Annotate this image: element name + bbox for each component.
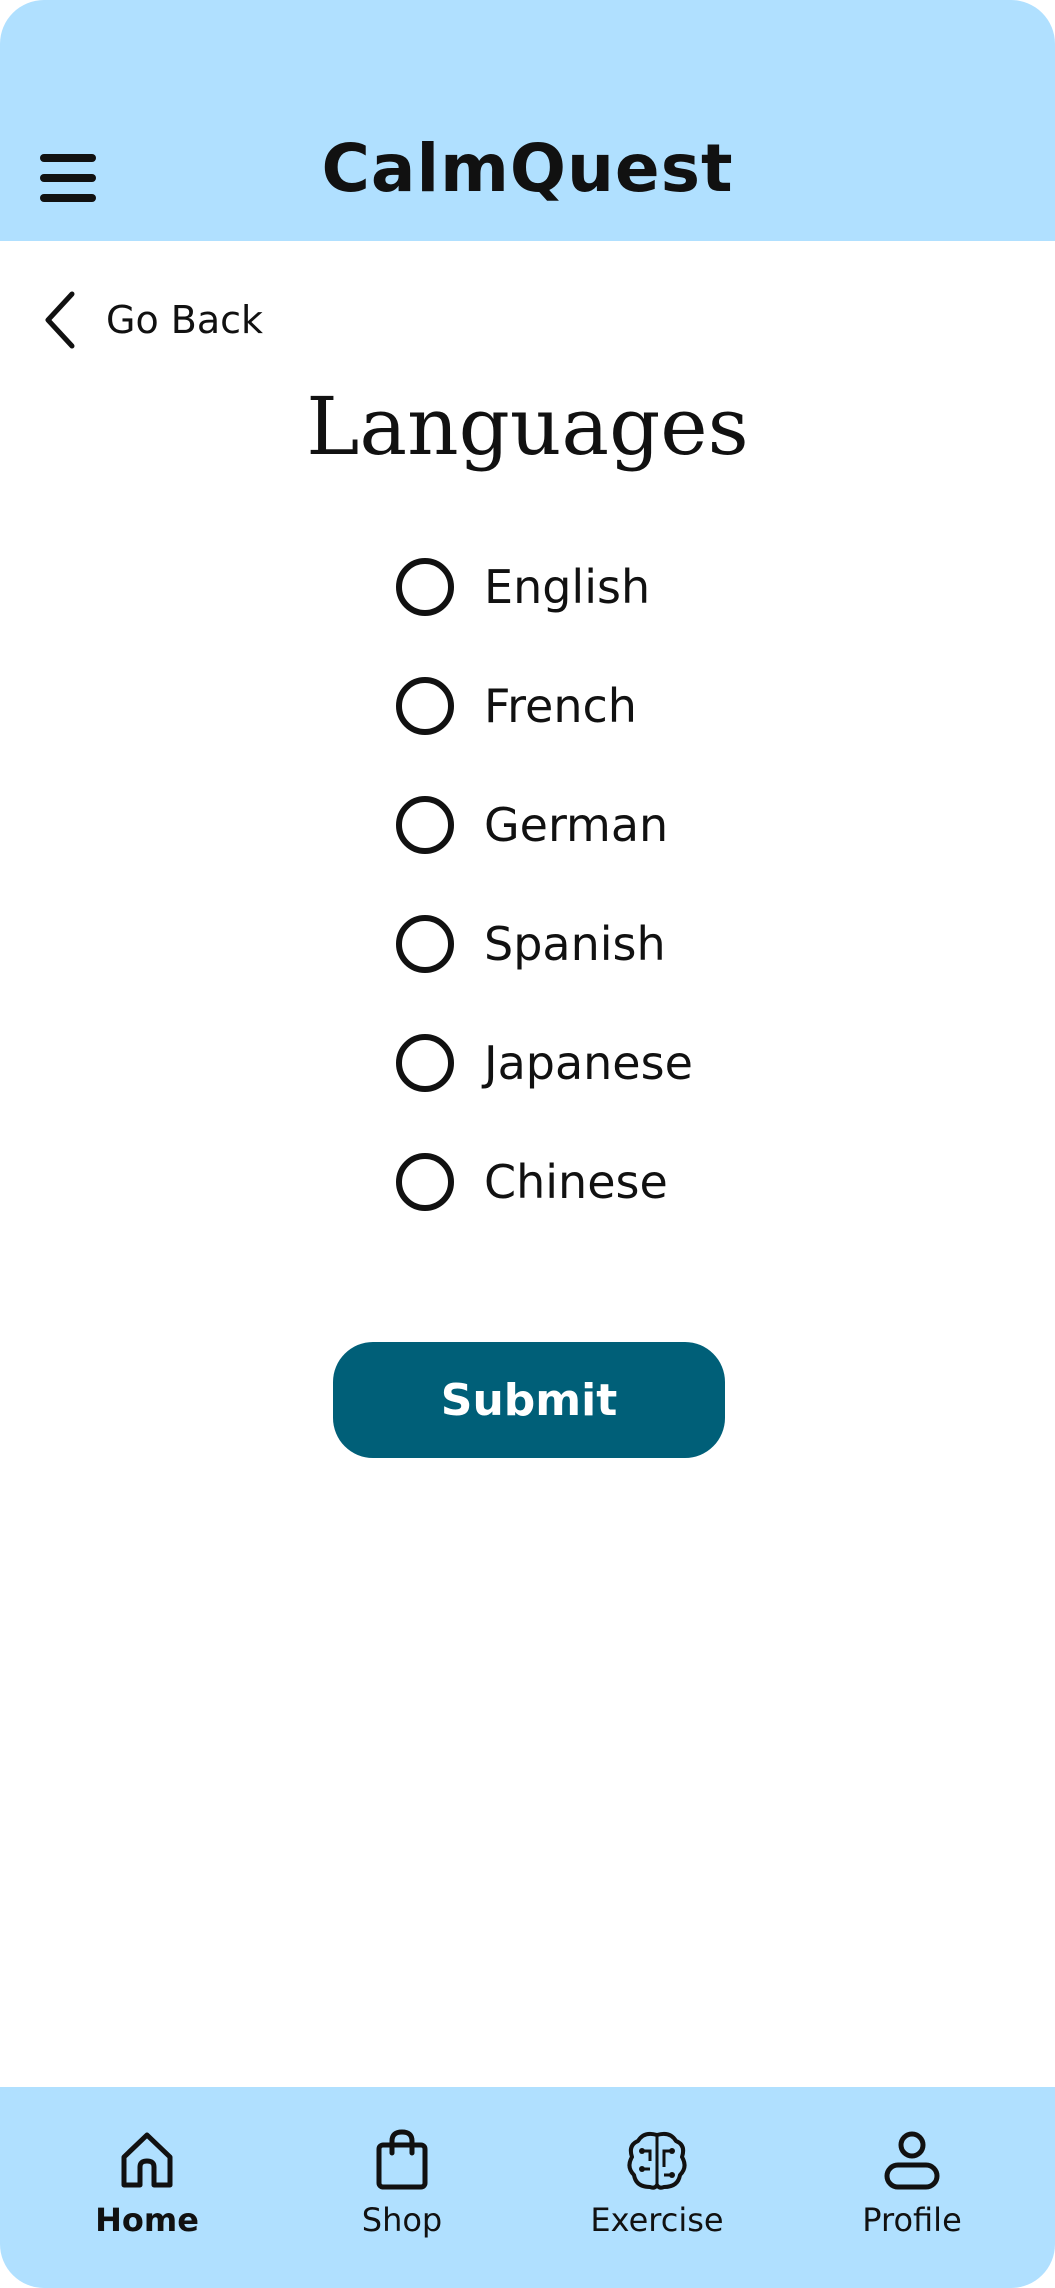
radio-button[interactable] — [396, 915, 454, 973]
app-title: CalmQuest — [321, 130, 734, 207]
language-label: Spanish — [484, 917, 666, 971]
nav-label: Home — [95, 2201, 199, 2239]
radio-button[interactable] — [396, 1034, 454, 1092]
language-option-spanish[interactable]: Spanish — [396, 909, 693, 979]
home-icon — [121, 2132, 173, 2188]
nav-item-shop[interactable]: Shop — [302, 2127, 502, 2239]
app-screen: CalmQuest Go Back Languages English Fren… — [0, 0, 1055, 2288]
user-icon — [884, 2131, 940, 2190]
nav-label: Profile — [862, 2201, 962, 2239]
language-radio-group: English French German Spanish Japanese C… — [396, 552, 693, 1266]
language-label: French — [484, 679, 637, 733]
nav-label: Exercise — [590, 2201, 724, 2239]
submit-button[interactable]: Submit — [333, 1342, 725, 1458]
radio-button[interactable] — [396, 1153, 454, 1211]
shopping-bag-icon — [376, 2129, 428, 2190]
language-option-english[interactable]: English — [396, 552, 693, 622]
go-back-button[interactable]: Go Back — [40, 290, 263, 350]
language-option-german[interactable]: German — [396, 790, 693, 860]
go-back-label: Go Back — [106, 298, 264, 342]
language-label: Chinese — [484, 1155, 668, 1209]
brain-icon — [627, 2131, 687, 2190]
bottom-nav-bar: Home Shop Exercise Profile — [0, 2087, 1055, 2288]
radio-button[interactable] — [396, 677, 454, 735]
language-option-japanese[interactable]: Japanese — [396, 1028, 693, 1098]
header-bar: CalmQuest — [0, 0, 1055, 241]
language-label: Japanese — [484, 1036, 693, 1090]
nav-item-home[interactable]: Home — [47, 2127, 247, 2239]
nav-item-profile[interactable]: Profile — [812, 2127, 1012, 2239]
radio-button[interactable] — [396, 558, 454, 616]
language-label: English — [484, 560, 651, 614]
nav-label: Shop — [361, 2201, 443, 2239]
nav-item-exercise[interactable]: Exercise — [557, 2127, 757, 2239]
page-title: Languages — [306, 380, 749, 473]
language-option-chinese[interactable]: Chinese — [396, 1147, 693, 1217]
language-label: German — [484, 798, 669, 852]
chevron-left-icon — [45, 291, 75, 349]
language-option-french[interactable]: French — [396, 671, 693, 741]
radio-button[interactable] — [396, 796, 454, 854]
